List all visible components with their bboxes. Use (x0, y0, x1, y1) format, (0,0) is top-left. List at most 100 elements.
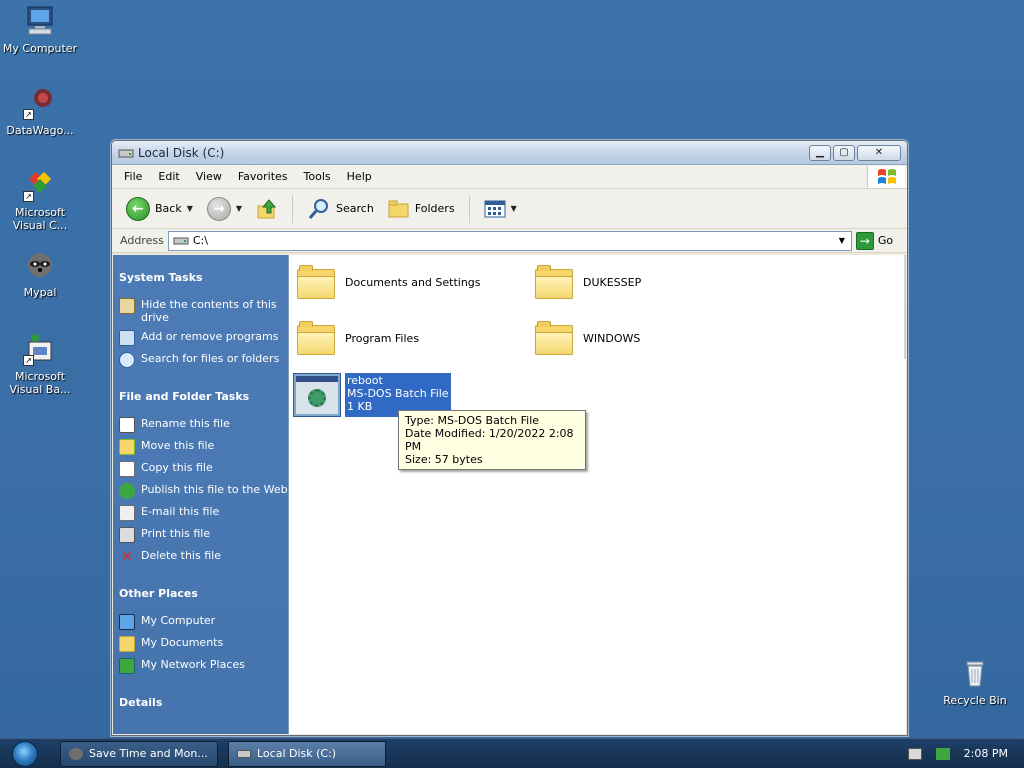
menu-help[interactable]: Help (339, 166, 380, 188)
menu-edit[interactable]: Edit (150, 166, 187, 188)
task-label: Publish this file to the Web (141, 483, 288, 496)
place-label: My Network Places (141, 658, 245, 671)
menu-favorites[interactable]: Favorites (230, 166, 296, 188)
place-label: My Documents (141, 636, 224, 649)
task-pane: System Tasks Hide the contents of this d… (113, 255, 288, 734)
keyboard-icon[interactable] (907, 747, 922, 760)
search-button[interactable]: Search (303, 195, 378, 223)
toolbar: ← Back ▼ → ▼ Search Folders ▼ (112, 189, 907, 229)
computer-icon (23, 4, 57, 38)
details-header[interactable]: Details (119, 696, 288, 709)
folder-item[interactable]: WINDOWS (535, 321, 640, 355)
task-print-file[interactable]: Print this file (119, 527, 288, 543)
add-remove-programs-icon (119, 330, 135, 346)
desktop-icon-mypal[interactable]: Mypal (0, 248, 82, 299)
shortcut-arrow-icon: ↗ (23, 355, 34, 366)
place-label: My Computer (141, 614, 216, 627)
folder-icon (297, 265, 335, 299)
shortcut-arrow-icon: ↗ (23, 109, 34, 120)
batch-file-icon (293, 373, 341, 417)
folder-item[interactable]: Program Files (297, 321, 419, 355)
task-delete-file[interactable]: ✕ Delete this file (119, 549, 288, 565)
task-label: Local Disk (C:) (257, 747, 337, 760)
tooltip-modified: Date Modified: 1/20/2022 2:08 PM (405, 427, 574, 453)
taskbar-item-local-disk[interactable]: Local Disk (C:) (228, 740, 386, 767)
file-folder-tasks-header[interactable]: File and Folder Tasks (119, 390, 288, 403)
close-button[interactable]: ✕ (857, 144, 901, 161)
minimize-button[interactable]: ▁ (809, 144, 831, 161)
folder-icon (297, 321, 335, 355)
forward-dropdown-icon[interactable]: ▼ (236, 204, 242, 213)
views-button[interactable]: ▼ (480, 198, 521, 220)
visual-studio-icon: ↗ (23, 168, 57, 202)
task-hide-contents[interactable]: Hide the contents of this drive (119, 298, 288, 324)
place-my-computer[interactable]: My Computer (119, 614, 288, 630)
desktop-icon-visual-c[interactable]: ↗ Microsoft Visual C... (0, 168, 82, 232)
search-label: Search (336, 202, 374, 215)
network-icon[interactable] (935, 747, 950, 760)
forward-button[interactable]: → ▼ (203, 195, 246, 223)
system-tasks-header[interactable]: System Tasks (119, 271, 288, 284)
task-label: Delete this file (141, 549, 221, 562)
back-button[interactable]: ← Back ▼ (122, 195, 197, 223)
back-arrow-icon: ← (126, 196, 150, 221)
task-search-files[interactable]: Search for files or folders (119, 352, 288, 368)
scrollbar[interactable] (904, 255, 906, 359)
desktop-icon-my-computer[interactable]: My Computer (0, 4, 82, 55)
forward-arrow-icon: → (206, 196, 231, 221)
folder-item[interactable]: Documents and Settings (297, 265, 481, 299)
place-my-documents[interactable]: My Documents (119, 636, 288, 652)
menu-tools[interactable]: Tools (296, 166, 339, 188)
window-titlebar[interactable]: Local Disk (C:) ▁ ▢ ✕ (112, 141, 907, 165)
views-dropdown-icon[interactable]: ▼ (511, 204, 517, 213)
task-publish-web[interactable]: Publish this file to the Web (119, 483, 288, 499)
address-input[interactable]: C:\ ▼ (167, 230, 852, 251)
start-button[interactable] (0, 739, 50, 768)
windows-logo-icon (867, 166, 905, 188)
desktop-icon-recycle-bin[interactable]: Recycle Bin (933, 656, 1017, 707)
system-tasks-group: System Tasks Hide the contents of this d… (119, 271, 288, 368)
computer-icon (119, 614, 135, 630)
menu-file[interactable]: File (116, 166, 150, 188)
printer-icon (119, 527, 135, 543)
desktop-icon-datawago[interactable]: ↗ DataWago... (0, 86, 82, 137)
go-button[interactable]: → Go (855, 231, 893, 250)
delete-x-icon: ✕ (121, 549, 133, 565)
folders-icon (388, 200, 409, 217)
taskbar-item-save-time[interactable]: Save Time and Mon... (60, 740, 218, 767)
folders-button[interactable]: Folders (384, 197, 459, 221)
menu-bar: File Edit View Favorites Tools Help (112, 165, 907, 189)
up-button[interactable] (252, 196, 282, 222)
rename-icon (119, 417, 135, 433)
task-email-file[interactable]: E-mail this file (119, 505, 288, 521)
task-rename-file[interactable]: Rename this file (119, 417, 288, 433)
place-my-network[interactable]: My Network Places (119, 658, 288, 674)
task-copy-file[interactable]: Copy this file (119, 461, 288, 477)
clock[interactable]: 2:08 PM (964, 747, 1008, 760)
address-label: Address (120, 234, 164, 247)
task-label: Rename this file (141, 417, 230, 430)
up-folder-icon (257, 198, 277, 218)
tooltip-type: Type: MS-DOS Batch File (405, 414, 540, 427)
menu-view[interactable]: View (188, 166, 230, 188)
task-add-remove-programs[interactable]: Add or remove programs (119, 330, 288, 346)
file-tooltip: Type: MS-DOS Batch File Date Modified: 1… (398, 410, 586, 470)
desktop-icon-label: Microsoft Visual C... (12, 206, 68, 232)
datawago-icon: ↗ (23, 86, 57, 120)
copy-file-icon (119, 461, 135, 477)
address-dropdown-icon[interactable]: ▼ (835, 234, 849, 248)
desktop-icon-visual-basic[interactable]: ↗ Microsoft Visual Ba... (0, 332, 82, 396)
task-label: Move this file (141, 439, 215, 452)
task-move-file[interactable]: Move this file (119, 439, 288, 455)
folder-icon (535, 265, 573, 299)
address-value: C:\ (192, 234, 208, 247)
email-icon (119, 505, 135, 521)
folder-item[interactable]: DUKESSEP (535, 265, 641, 299)
maximize-button[interactable]: ▢ (833, 144, 855, 161)
back-dropdown-icon[interactable]: ▼ (187, 204, 193, 213)
other-places-header[interactable]: Other Places (119, 587, 288, 600)
drive-icon (237, 749, 251, 758)
folder-name: WINDOWS (583, 331, 641, 345)
visual-basic-icon: ↗ (23, 332, 57, 366)
search-icon (308, 198, 329, 219)
